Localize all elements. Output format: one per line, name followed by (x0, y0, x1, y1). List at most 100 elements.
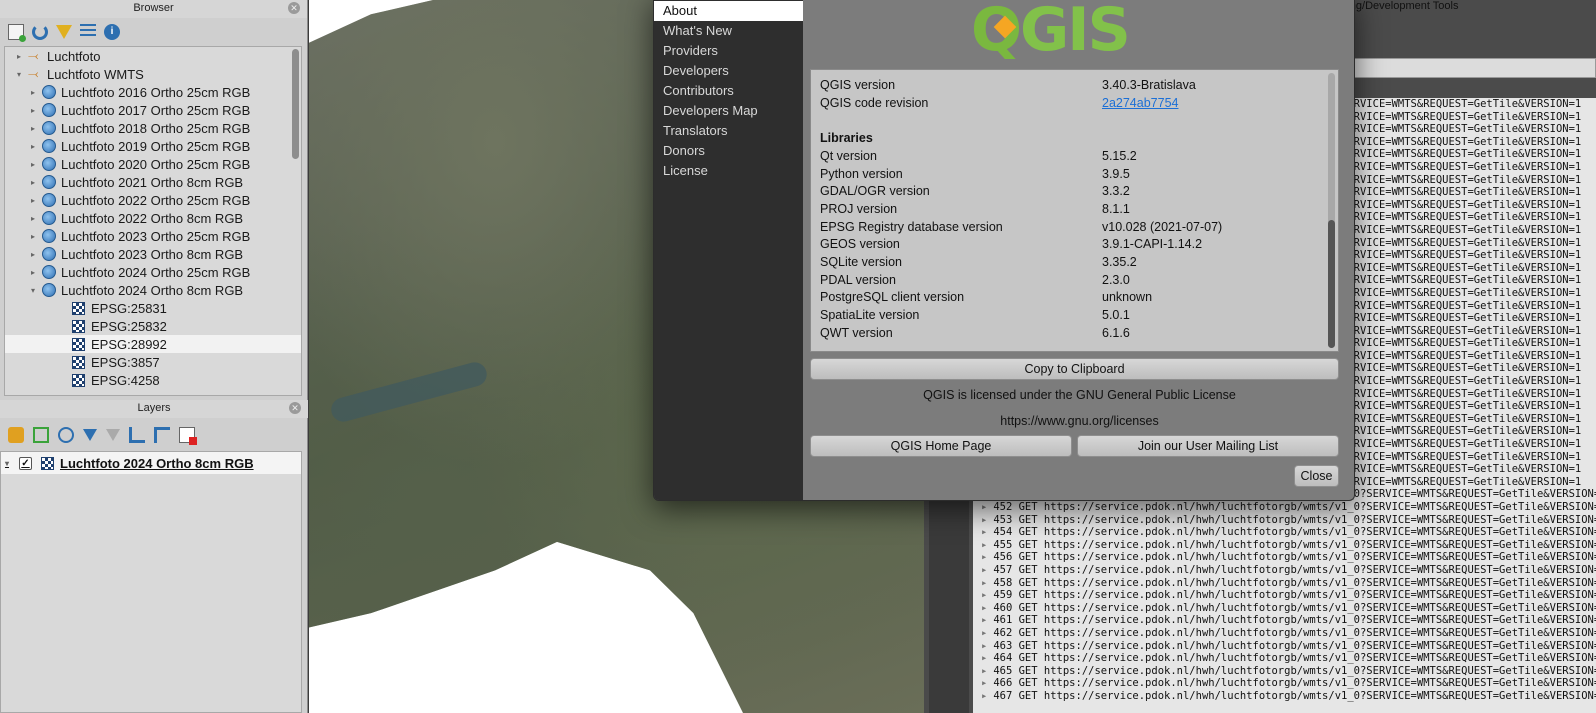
qgis-home-page-button[interactable]: QGIS Home Page (810, 435, 1072, 457)
about-nav-item[interactable]: Contributors (654, 81, 803, 101)
about-nav-item[interactable]: Developers Map (654, 101, 803, 121)
log-line[interactable]: ▸ 458 GET https://service.pdok.nl/hwh/luc… (973, 577, 1596, 590)
chevron-right-icon[interactable]: ▸ (981, 690, 987, 702)
browser-item[interactable]: ▸ Luchtfoto 2024 Ortho 25cm RGB (5, 263, 301, 281)
log-line[interactable]: ▸ 467 GET https://service.pdok.nl/hwh/luc… (973, 690, 1596, 703)
chevron-down-icon[interactable]: ▾ (13, 70, 25, 79)
log-line[interactable]: ▸ 462 GET https://service.pdok.nl/hwh/luc… (973, 627, 1596, 640)
chevron-right-icon[interactable]: ▸ (981, 501, 987, 513)
chevron-right-icon[interactable]: ▸ (981, 564, 987, 576)
browser-item[interactable]: ▾ ⤙ Luchtfoto WMTS (5, 65, 301, 83)
browser-item[interactable]: ▸ Luchtfoto 2022 Ortho 8cm RGB (5, 209, 301, 227)
browser-item[interactable]: ▸ Luchtfoto 2021 Ortho 8cm RGB (5, 173, 301, 191)
chevron-right-icon[interactable]: ▸ (981, 677, 987, 689)
browser-item[interactable]: ▸ Luchtfoto 2023 Ortho 25cm RGB (5, 227, 301, 245)
log-line[interactable]: ▸ 457 GET https://service.pdok.nl/hwh/luc… (973, 564, 1596, 577)
browser-item[interactable]: ▸ Luchtfoto 2018 Ortho 25cm RGB (5, 119, 301, 137)
browser-item[interactable]: EPSG:25831 (5, 299, 301, 317)
filter-icon[interactable] (83, 429, 97, 441)
refresh-icon[interactable] (32, 24, 48, 40)
layer-checkbox[interactable]: ✓ (19, 456, 32, 470)
about-nav-item[interactable]: About (654, 1, 803, 21)
chevron-right-icon[interactable]: ▸ (27, 232, 39, 241)
log-line[interactable]: ▸ 466 GET https://service.pdok.nl/hwh/luc… (973, 677, 1596, 690)
code-revision-link[interactable]: 2a274ab7754 (1102, 96, 1178, 110)
chevron-down-icon[interactable]: ▾ (1, 459, 13, 468)
eye-icon[interactable] (58, 427, 74, 443)
expand-all-icon[interactable] (129, 427, 145, 443)
browser-item[interactable]: ▸ Luchtfoto 2023 Ortho 8cm RGB (5, 245, 301, 263)
chevron-right-icon[interactable]: ▸ (27, 250, 39, 259)
log-line[interactable]: ▸ 452 GET https://service.pdok.nl/hwh/luc… (973, 501, 1596, 514)
chevron-right-icon[interactable]: ▸ (981, 577, 987, 589)
browser-item[interactable]: EPSG:4258 (5, 371, 301, 389)
info-icon[interactable]: i (104, 24, 120, 40)
browser-item[interactable]: ▾ Luchtfoto 2024 Ortho 8cm RGB (5, 281, 301, 299)
chevron-down-icon[interactable]: ▾ (27, 286, 39, 295)
collapse-all-icon[interactable] (154, 427, 170, 443)
log-line[interactable]: ▸ 459 GET https://service.pdok.nl/hwh/luc… (973, 589, 1596, 602)
browser-item[interactable]: ▸ Luchtfoto 2017 Ortho 25cm RGB (5, 101, 301, 119)
chevron-right-icon[interactable]: ▸ (27, 142, 39, 151)
log-line[interactable]: ▸ 465 GET https://service.pdok.nl/hwh/luc… (973, 665, 1596, 678)
log-line[interactable]: ▸ 454 GET https://service.pdok.nl/hwh/luc… (973, 526, 1596, 539)
mailing-list-button[interactable]: Join our User Mailing List (1077, 435, 1339, 457)
close-button[interactable]: Close (1294, 465, 1339, 487)
about-nav-item[interactable]: Developers (654, 61, 803, 81)
log-line[interactable]: ▸ 463 GET https://service.pdok.nl/hwh/luc… (973, 640, 1596, 653)
close-icon[interactable]: ✕ (289, 402, 301, 414)
chevron-right-icon[interactable]: ▸ (981, 514, 987, 526)
close-icon[interactable]: ✕ (288, 2, 300, 14)
about-nav-item[interactable]: Providers (654, 41, 803, 61)
chevron-right-icon[interactable]: ▸ (27, 106, 39, 115)
browser-item[interactable]: EPSG:3857 (5, 353, 301, 371)
browser-item[interactable]: ▸ Luchtfoto 2022 Ortho 25cm RGB (5, 191, 301, 209)
browser-item[interactable]: ▸ ⤙ Luchtfoto (5, 47, 301, 65)
about-nav-item[interactable]: What's New (654, 21, 803, 41)
chevron-right-icon[interactable]: ▸ (981, 526, 987, 538)
add-layer-icon[interactable] (8, 24, 26, 42)
add-group-icon[interactable] (33, 427, 49, 443)
browser-item[interactable]: EPSG:28992 (5, 335, 301, 353)
log-line[interactable]: ▸ 460 GET https://service.pdok.nl/hwh/luc… (973, 602, 1596, 615)
browser-item[interactable]: ▸ Luchtfoto 2019 Ortho 25cm RGB (5, 137, 301, 155)
chevron-right-icon[interactable]: ▸ (13, 52, 25, 61)
browser-scrollbar[interactable] (292, 49, 299, 159)
log-line[interactable]: ▸ 464 GET https://service.pdok.nl/hwh/luc… (973, 652, 1596, 665)
style-icon[interactable] (8, 427, 24, 443)
about-nav-item[interactable]: License (654, 161, 803, 181)
chevron-right-icon[interactable]: ▸ (981, 652, 987, 664)
remove-layer-icon[interactable] (179, 427, 197, 445)
raster-icon (72, 301, 85, 315)
collapse-all-icon[interactable] (80, 24, 96, 40)
chevron-right-icon[interactable]: ▸ (27, 124, 39, 133)
filter-icon[interactable] (56, 25, 72, 39)
chevron-right-icon[interactable]: ▸ (981, 589, 987, 601)
chevron-right-icon[interactable]: ▸ (981, 614, 987, 626)
log-line[interactable]: ▸ 453 GET https://service.pdok.nl/hwh/luc… (973, 514, 1596, 527)
chevron-right-icon[interactable]: ▸ (981, 551, 987, 563)
layer-item[interactable]: ▾ ✓ Luchtfoto 2024 Ortho 8cm RGB (1, 452, 301, 474)
log-line[interactable]: ▸ 455 GET https://service.pdok.nl/hwh/luc… (973, 539, 1596, 552)
log-line[interactable]: ▸ 461 GET https://service.pdok.nl/hwh/luc… (973, 614, 1596, 627)
browser-item[interactable]: ▸ Luchtfoto 2020 Ortho 25cm RGB (5, 155, 301, 173)
chevron-right-icon[interactable]: ▸ (27, 178, 39, 187)
chevron-right-icon[interactable]: ▸ (27, 160, 39, 169)
chevron-right-icon[interactable]: ▸ (981, 539, 987, 551)
license-url[interactable]: https://www.gnu.org/licenses (803, 414, 1354, 428)
log-line[interactable]: ▸ 456 GET https://service.pdok.nl/hwh/luc… (973, 551, 1596, 564)
browser-item[interactable]: ▸ Luchtfoto 2016 Ortho 25cm RGB (5, 83, 301, 101)
chevron-right-icon[interactable]: ▸ (27, 196, 39, 205)
chevron-right-icon[interactable]: ▸ (27, 268, 39, 277)
about-nav-item[interactable]: Translators (654, 121, 803, 141)
about-nav-item[interactable]: Donors (654, 141, 803, 161)
chevron-right-icon[interactable]: ▸ (981, 640, 987, 652)
chevron-right-icon[interactable]: ▸ (981, 665, 987, 677)
chevron-right-icon[interactable]: ▸ (27, 214, 39, 223)
chevron-right-icon[interactable]: ▸ (27, 88, 39, 97)
chevron-right-icon[interactable]: ▸ (981, 627, 987, 639)
browser-item[interactable]: EPSG:25832 (5, 317, 301, 335)
info-scroll-thumb[interactable] (1328, 220, 1335, 348)
copy-to-clipboard-button[interactable]: Copy to Clipboard (810, 358, 1339, 380)
chevron-right-icon[interactable]: ▸ (981, 602, 987, 614)
